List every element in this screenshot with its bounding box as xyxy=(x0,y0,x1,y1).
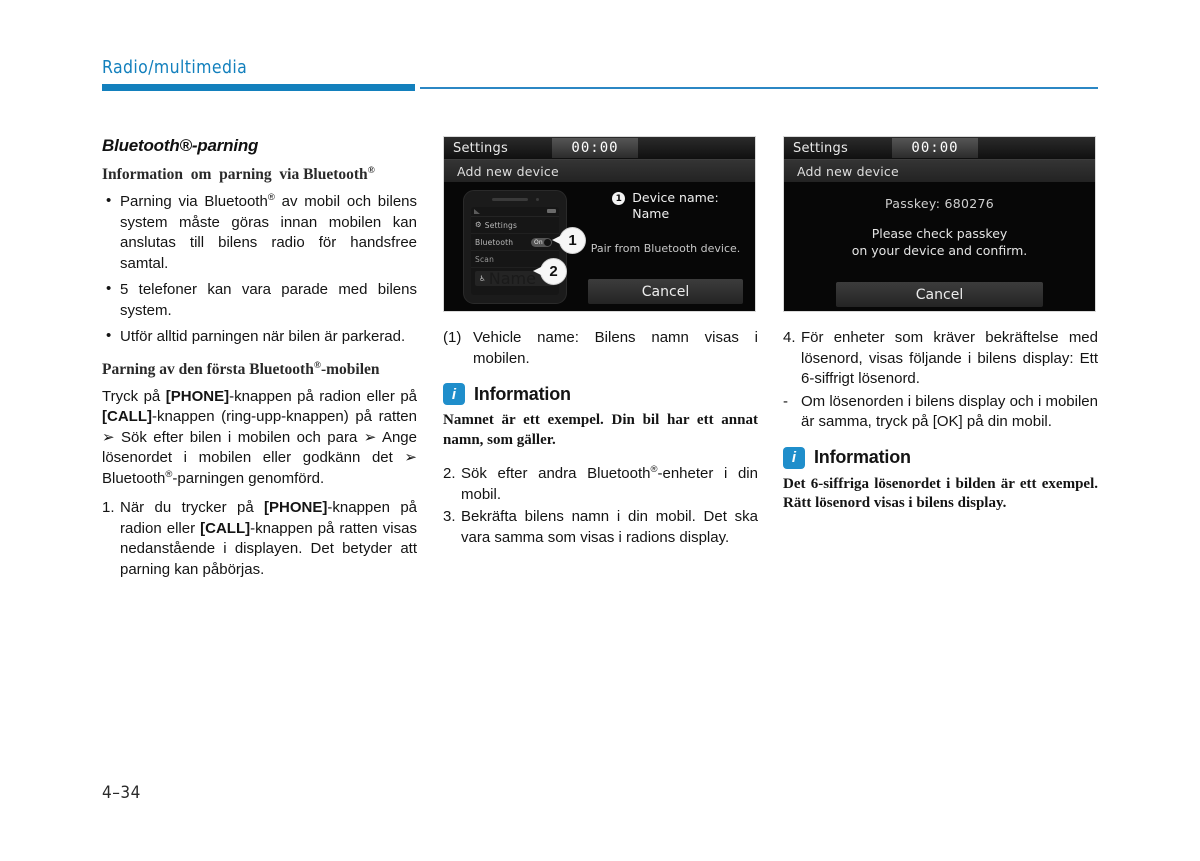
list-item-sub-step: - Om lösenorden i bilens display och i m… xyxy=(783,392,1098,433)
list-item-step-3: 3. Bekräfta bilens namn i din mobil. Det… xyxy=(443,507,758,548)
passkey-message: Please check passkey on your device and … xyxy=(784,211,1095,259)
chapter-title: Radio/multimedia xyxy=(102,58,248,78)
step-marker: 4. xyxy=(783,329,796,346)
phone-device-name-label: Name xyxy=(488,269,536,288)
device-clock-value: 00:00 xyxy=(911,140,959,156)
phone-bluetooth-label: Bluetooth xyxy=(475,237,514,247)
cancel-button[interactable]: Cancel xyxy=(836,282,1043,307)
callout-bubble-1: 1 xyxy=(552,228,585,253)
step-text: Bekräfta bilens namn i din mobil. Det sk… xyxy=(461,508,758,546)
device-clock: 00:00 xyxy=(892,138,978,158)
device-subtitle: Add new device xyxy=(797,163,899,179)
callout-bubble-2: 2 xyxy=(533,259,566,284)
information-body-right: Det 6-siffriga lösenordet i bilden är et… xyxy=(783,475,1098,512)
phone-statusbar xyxy=(471,207,559,217)
subheading-information-om-parning: Information om parning via Bluetooth® xyxy=(102,165,375,183)
step-text: Sök efter andra Bluetooth®-enheter i din… xyxy=(461,464,758,503)
device-subtitle: Add new device xyxy=(457,163,559,179)
signal-icon xyxy=(474,209,480,214)
header-rule-thin xyxy=(420,87,1098,89)
information-heading-right: i Information xyxy=(783,446,1098,469)
middle-column: Settings 00:00 Add new device ⚙ Settings… xyxy=(443,136,758,550)
device-subbar: Add new device xyxy=(444,159,755,182)
information-title: Information xyxy=(474,383,571,404)
intro-paragraph: Tryck på [PHONE]-knappen på radion eller… xyxy=(102,387,417,487)
battery-icon xyxy=(547,209,556,213)
phone-settings-label: Settings xyxy=(484,220,518,230)
caption-text: Vehicle name: Bilens namn visas i mobile… xyxy=(473,329,758,367)
device-subbar: Add new device xyxy=(784,159,1095,182)
step-marker: 3. xyxy=(443,508,456,525)
device-screenshot-passkey: Settings 00:00 Add new device Passkey: 6… xyxy=(783,136,1096,312)
information-body-middle: Namnet är ett exempel. Din bil har ett a… xyxy=(443,412,758,448)
passkey-message-line-1: Please check passkey xyxy=(871,226,1008,241)
page-number: 4–34 xyxy=(102,783,141,803)
phone-scan-label: Scan xyxy=(475,254,495,264)
numbered-list-middle: 2. Sök efter andra Bluetooth®-enheter i … xyxy=(443,464,758,548)
bluetooth-toggle-value: On xyxy=(534,239,543,246)
phone-row-settings[interactable]: ⚙ Settings xyxy=(471,217,559,234)
bullet-list: Parning via Bluetooth® av mobil och bile… xyxy=(102,191,417,348)
gear-icon: ⚙ xyxy=(475,220,482,230)
passkey-message-line-2: on your device and confirm. xyxy=(851,243,1028,258)
header-rule xyxy=(102,84,1098,92)
pair-note: Pair from Bluetooth device. xyxy=(590,242,741,255)
device-clock: 00:00 xyxy=(552,138,638,158)
phone-row-bluetooth[interactable]: Bluetooth On xyxy=(471,234,559,251)
device-title: Settings xyxy=(453,140,508,156)
device-clock-value: 00:00 xyxy=(571,140,619,156)
list-item-step-1: 1. När du trycker på [PHONE]-knappen på … xyxy=(102,498,417,580)
step-marker: 2. xyxy=(443,465,456,482)
left-column: Bluetooth®-parning Information om parnin… xyxy=(102,136,417,582)
device-right-panel: 1 Device name: Name Pair from Bluetooth … xyxy=(584,190,747,306)
step-marker: 1. xyxy=(102,499,115,516)
numbered-list-right: 4. För enheter som kräver bekräftelse me… xyxy=(783,328,1098,433)
information-heading-middle: i Information xyxy=(443,383,758,405)
caption-vehicle-name: (1) Vehicle name: Bilens namn visas i mo… xyxy=(443,328,758,369)
list-item: Parning via Bluetooth® av mobil och bile… xyxy=(102,191,417,274)
subheading-parning-forsta-mobilen: Parning av den första Bluetooth®-mobilen xyxy=(102,360,380,378)
right-column: Settings 00:00 Add new device Passkey: 6… xyxy=(783,136,1098,514)
device-topbar: Settings 00:00 xyxy=(444,137,755,159)
device-name-text: Device name: Name xyxy=(632,190,718,222)
device-body: ⚙ Settings Bluetooth On Scan ♿ Name 1 2 … xyxy=(444,182,755,311)
phone-speaker-icon xyxy=(492,198,528,201)
page-header: Radio/multimedia xyxy=(102,58,1102,98)
caption-marker: (1) xyxy=(443,329,462,346)
sub-step-text: Om lösenorden i bilens display och i mob… xyxy=(801,392,1098,431)
number-badge-1: 1 xyxy=(612,192,626,205)
section-title: Bluetooth®-parning xyxy=(102,136,259,155)
device-topbar: Settings 00:00 xyxy=(784,137,1095,159)
information-title: Information xyxy=(814,447,911,467)
list-item-step-2: 2. Sök efter andra Bluetooth®-enheter i … xyxy=(443,464,758,505)
phone-illustration: ⚙ Settings Bluetooth On Scan ♿ Name xyxy=(463,190,567,304)
bluetooth-toggle[interactable]: On xyxy=(531,238,552,247)
cancel-button[interactable]: Cancel xyxy=(588,279,743,304)
device-name-block: 1 Device name: Name xyxy=(584,190,747,222)
device-body: Passkey: 680276 Please check passkey on … xyxy=(784,182,1095,311)
sub-step-marker: - xyxy=(783,392,788,410)
headphone-icon: ♿ xyxy=(479,273,486,283)
header-rule-thick xyxy=(102,84,415,91)
device-name-label: Device name: xyxy=(632,190,719,205)
list-item: 5 telefoner kan vara parade med bilens s… xyxy=(102,279,417,321)
device-screenshot-add-new-device: Settings 00:00 Add new device ⚙ Settings… xyxy=(443,136,756,312)
phone-camera-icon xyxy=(536,198,539,201)
device-name-value: Name xyxy=(632,206,670,221)
passkey-text: Passkey: 680276 xyxy=(884,196,995,211)
numbered-list-left: 1. När du trycker på [PHONE]-knappen på … xyxy=(102,498,417,580)
device-title: Settings xyxy=(793,140,848,156)
info-icon: i xyxy=(443,383,465,405)
list-item: Utför alltid parningen när bilen är park… xyxy=(102,326,417,348)
list-item-step-4: 4. För enheter som kräver bekräftelse me… xyxy=(783,328,1098,390)
step-text: För enheter som kräver bekräftelse med l… xyxy=(801,329,1098,387)
info-icon: i xyxy=(783,446,805,469)
step-text: När du trycker på [PHONE]-knappen på rad… xyxy=(120,499,417,578)
